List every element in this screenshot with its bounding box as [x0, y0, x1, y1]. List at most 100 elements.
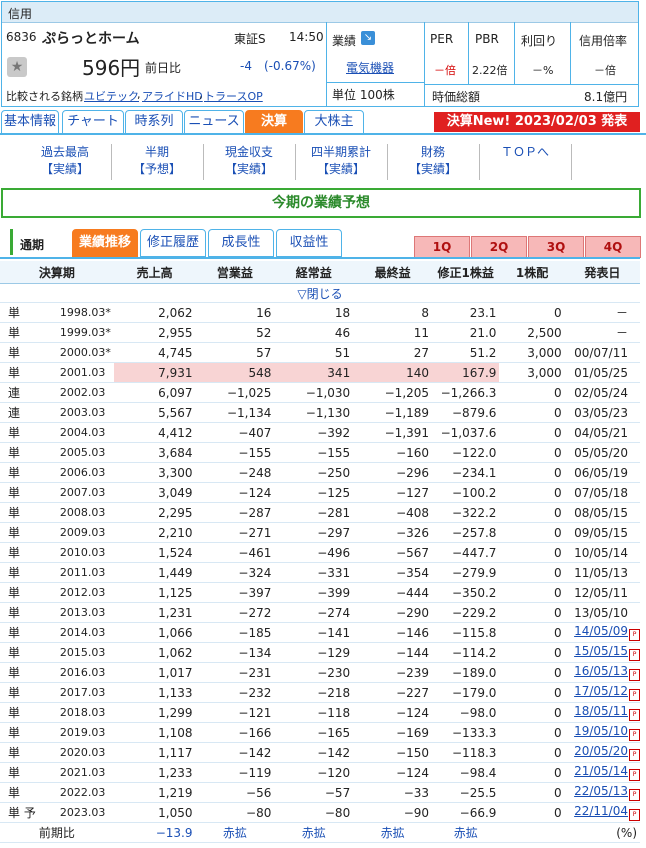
quarter-2q-button[interactable]: 2Q: [471, 236, 527, 258]
row-sales: 2,210: [113, 522, 196, 543]
tab-basic-info[interactable]: 基本情報: [1, 110, 59, 134]
table-row: 単 2021.03 1,233 −119 −120 −124 −98.4 0 21/05/14 P: [0, 762, 640, 783]
announce-date-link[interactable]: 20/05/20: [574, 744, 628, 758]
row-date: 20/05/20 P: [564, 742, 640, 763]
row-type: 単: [0, 702, 36, 723]
row-net: −296: [353, 462, 433, 483]
subnav-cashflow[interactable]: 現金収支 【実績】: [204, 144, 294, 180]
tab-revision-history[interactable]: 修正履歴: [140, 229, 206, 257]
announce-date-link[interactable]: 19/05/10: [574, 724, 628, 738]
announce-date-link[interactable]: 21/05/14: [574, 764, 628, 778]
pdf-icon[interactable]: P: [629, 649, 640, 661]
footer-unit: (%): [564, 822, 640, 843]
row-sales: 1,299: [113, 702, 196, 723]
favorite-star-icon[interactable]: ★: [7, 57, 27, 77]
subnav-half-year[interactable]: 半期 【予想】: [112, 144, 202, 180]
row-period: 2013.03: [35, 602, 114, 623]
announce-date-link[interactable]: 14/05/09: [574, 624, 628, 638]
row-dividend: 0: [499, 562, 565, 583]
row-dividend: 0: [499, 382, 565, 403]
row-sales: 1,219: [113, 782, 196, 803]
row-date: 18/05/11 P: [564, 702, 640, 723]
row-date: 12/05/11: [564, 582, 640, 603]
row-operating: −271: [195, 522, 275, 543]
row-eps: −122.0: [432, 442, 500, 463]
pdf-icon[interactable]: P: [629, 669, 640, 681]
row-ordinary: −118: [274, 702, 354, 723]
tab-major-shareholders[interactable]: 大株主: [304, 110, 364, 134]
tab-results-trend[interactable]: 業績推移: [72, 229, 138, 257]
row-eps: 21.0: [432, 322, 500, 343]
pdf-icon[interactable]: P: [629, 769, 640, 781]
forecast-banner: 今期の業績予想: [1, 188, 641, 218]
compare-link-2[interactable]: アライドHD: [142, 88, 203, 104]
row-net: −1,391: [353, 422, 433, 443]
announce-date-link[interactable]: 22/05/13: [574, 784, 628, 798]
row-period: 2015.03: [35, 642, 114, 663]
pdf-icon[interactable]: P: [629, 629, 640, 641]
row-dividend: 0: [499, 602, 565, 623]
quarter-3q-button[interactable]: 3Q: [528, 236, 584, 258]
subnav-quarterly-cumulative[interactable]: 四半期累計 【実績】: [296, 144, 386, 180]
pdf-icon[interactable]: P: [629, 809, 640, 821]
earnings-table: 決算期 売上高 営業益 経常益 最終益 修正1株益 1株配 発表日 ▽閉じる 単…: [0, 261, 640, 843]
row-eps: −234.1: [432, 462, 500, 483]
subnav-financials[interactable]: 財務 【実績】: [388, 144, 478, 180]
tab-chart[interactable]: チャート: [62, 110, 124, 134]
row-sales: 2,955: [113, 322, 196, 343]
row-operating: −124: [195, 482, 275, 503]
subnav-record-high[interactable]: 過去最高 【実績】: [20, 144, 110, 180]
pdf-icon[interactable]: P: [629, 749, 640, 761]
period-marker: [10, 229, 13, 255]
compare-link-1[interactable]: ユビテック: [84, 88, 139, 104]
table-row: 単 2018.03 1,299 −121 −118 −124 −98.0 0 18/05/11 P: [0, 702, 640, 723]
tab-timeseries[interactable]: 時系列: [125, 110, 183, 134]
subnav-label: 過去最高: [40, 145, 89, 159]
announce-date-link[interactable]: 18/05/11: [574, 704, 628, 718]
announce-date-link[interactable]: 22/11/04: [574, 804, 628, 818]
row-period: 2001.03: [35, 362, 114, 383]
row-eps: −114.2: [432, 642, 500, 663]
row-period: 2022.03: [35, 782, 114, 803]
row-ordinary: −141: [274, 622, 354, 643]
row-operating: −80: [195, 802, 275, 823]
row-sales: 3,049: [113, 482, 196, 503]
row-dividend: 0: [499, 302, 565, 323]
tab-news[interactable]: ニュース: [184, 110, 244, 134]
subnav-sublabel: 【実績】: [40, 162, 89, 176]
announce-date-link[interactable]: 15/05/15: [574, 644, 628, 658]
pdf-icon[interactable]: P: [629, 709, 640, 721]
row-operating: −397: [195, 582, 275, 603]
row-date: 00/07/11: [564, 342, 640, 363]
market-cap-value: 8.1億円: [584, 90, 628, 104]
table-row: 単 2005.03 3,684 −155 −155 −160 −122.0 0 05/05/20: [0, 442, 640, 463]
row-eps: −350.2: [432, 582, 500, 603]
subnav-sublabel: 【実績】: [408, 162, 457, 176]
compare-link-3[interactable]: トラースOP: [204, 88, 263, 104]
sector-link[interactable]: 電気機器: [346, 59, 394, 76]
announce-date-link[interactable]: 16/05/13: [574, 664, 628, 678]
row-net: −567: [353, 542, 433, 563]
earnings-new-banner[interactable]: 決算New! 2023/02/03 発表: [434, 112, 640, 132]
table-row: 連 2002.03 6,097 −1,025 −1,030 −1,205 −1,266.3 0…: [0, 382, 640, 403]
pdf-icon[interactable]: P: [629, 789, 640, 801]
announce-date-link[interactable]: 17/05/12: [574, 684, 628, 698]
pdf-icon[interactable]: P: [629, 729, 640, 741]
row-ordinary: −120: [274, 762, 354, 783]
tab-earnings[interactable]: 決算: [245, 110, 303, 134]
quarter-1q-button[interactable]: 1Q: [414, 236, 470, 258]
tab-growth[interactable]: 成長性: [208, 229, 274, 257]
row-period: 2014.03: [35, 622, 114, 643]
row-operating: −134: [195, 642, 275, 663]
close-toggle-link[interactable]: ▽閉じる: [297, 287, 342, 301]
pdf-icon[interactable]: P: [629, 689, 640, 701]
quarter-4q-button[interactable]: 4Q: [585, 236, 641, 258]
row-date: 08/05/15: [564, 502, 640, 523]
row-ordinary: −331: [274, 562, 354, 583]
table-row: 単 2020.03 1,117 −142 −142 −150 −118.3 0 20/05/20…: [0, 742, 640, 763]
row-ordinary: −80: [274, 802, 354, 823]
tab-profitability[interactable]: 収益性: [276, 229, 342, 257]
market-label: 東証S: [234, 32, 266, 46]
row-type: 単: [0, 722, 36, 743]
subnav-top[interactable]: ＴＯＰへ: [480, 144, 570, 180]
